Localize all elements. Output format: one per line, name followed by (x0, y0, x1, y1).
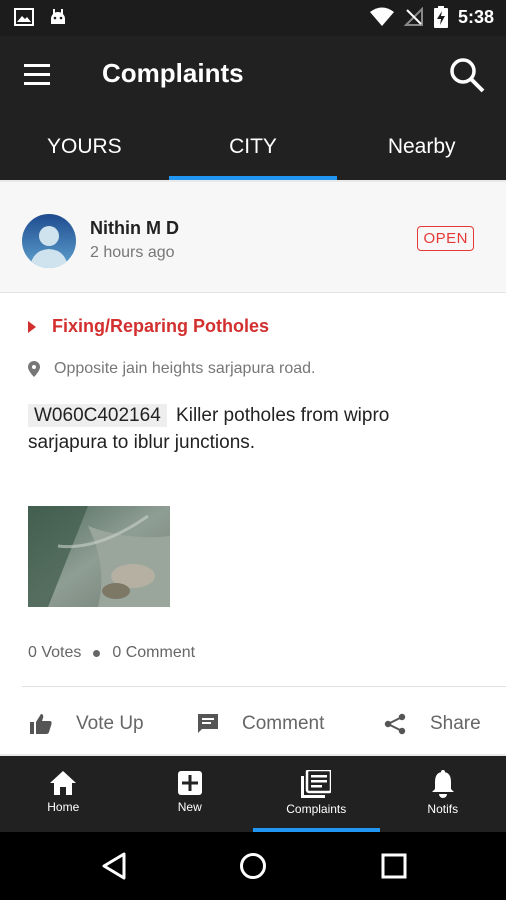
nav-home[interactable]: Home (0, 756, 127, 832)
vote-count: 0 Votes (28, 644, 82, 661)
status-badge: OPEN (417, 226, 474, 251)
post-time: 2 hours ago (90, 244, 175, 261)
search-icon[interactable] (448, 56, 486, 94)
complaint-photo[interactable] (28, 506, 170, 607)
complaint-id: W060C402164 (28, 404, 167, 427)
complaint-stats: 0 Votes 0 Comment (28, 644, 195, 662)
tab-bar: YOURS CITY Nearby (0, 114, 506, 180)
vote-up-button[interactable]: Vote Up (30, 702, 144, 746)
image-notification-icon (14, 8, 34, 26)
tab-nearby[interactable]: Nearby (337, 114, 506, 180)
nav-complaints-label: Complaints (286, 802, 347, 816)
back-icon[interactable] (100, 852, 128, 880)
tab-city[interactable]: CITY (168, 114, 338, 180)
comment-button[interactable]: Comment (198, 702, 324, 746)
app-bar: Complaints (0, 36, 506, 114)
bell-icon (431, 770, 454, 798)
location-text: Opposite jain heights sarjapura road. (54, 360, 316, 377)
complaint-category: Fixing/Reparing Potholes (28, 316, 269, 337)
share-button[interactable]: Share (384, 702, 481, 746)
nav-home-label: Home (47, 800, 80, 814)
complaint-card[interactable]: Nithin M D 2 hours ago OPEN Fixing/Repar… (0, 182, 506, 754)
nav-notifs[interactable]: Notifs (380, 756, 506, 832)
system-navigation-bar (0, 832, 506, 900)
card-actions: Vote Up Comment Share (0, 702, 506, 746)
home-circle-icon[interactable] (239, 852, 267, 880)
comment-count: 0 Comment (112, 644, 196, 661)
location-pin-icon (28, 361, 40, 377)
card-header: Nithin M D 2 hours ago OPEN (0, 182, 506, 293)
caret-right-icon (28, 320, 36, 333)
user-avatar-icon (22, 214, 76, 268)
pothole-image (28, 506, 170, 607)
comment-icon (198, 714, 218, 733)
home-icon (50, 771, 77, 795)
share-icon (384, 713, 406, 735)
page-title: Complaints (102, 58, 244, 88)
clock: 5:38 (457, 6, 494, 27)
tab-yours[interactable]: YOURS (0, 114, 169, 180)
status-bar: 5:38 (0, 0, 506, 36)
divider (22, 686, 506, 687)
no-signal-icon (403, 7, 423, 26)
thumbs-up-icon (30, 714, 52, 734)
share-label: Share (430, 713, 481, 734)
menu-icon[interactable] (22, 60, 54, 90)
nav-new[interactable]: New (127, 756, 254, 832)
separator-dot (93, 649, 101, 657)
avatar[interactable] (22, 214, 76, 268)
android-notification-icon (51, 9, 65, 24)
bottom-navigation: Home New Complaints Notifs (0, 756, 506, 832)
nav-new-label: New (177, 800, 202, 814)
nav-complaints[interactable]: Complaints (253, 756, 380, 832)
wifi-icon (369, 7, 394, 26)
plus-box-icon (177, 771, 202, 795)
battery-charging-icon (433, 6, 448, 28)
category-label: Fixing/Reparing Potholes (52, 316, 270, 336)
comment-label: Comment (242, 713, 325, 734)
complaint-location: Opposite jain heights sarjapura road. (28, 360, 316, 378)
vote-up-label: Vote Up (76, 713, 144, 734)
list-icon (301, 770, 332, 798)
complaint-description: W060C402164 Killer potholes from wipro s… (28, 402, 468, 456)
user-name[interactable]: Nithin M D (90, 218, 179, 239)
nav-notifs-label: Notifs (427, 802, 459, 816)
recents-icon[interactable] (381, 853, 407, 879)
